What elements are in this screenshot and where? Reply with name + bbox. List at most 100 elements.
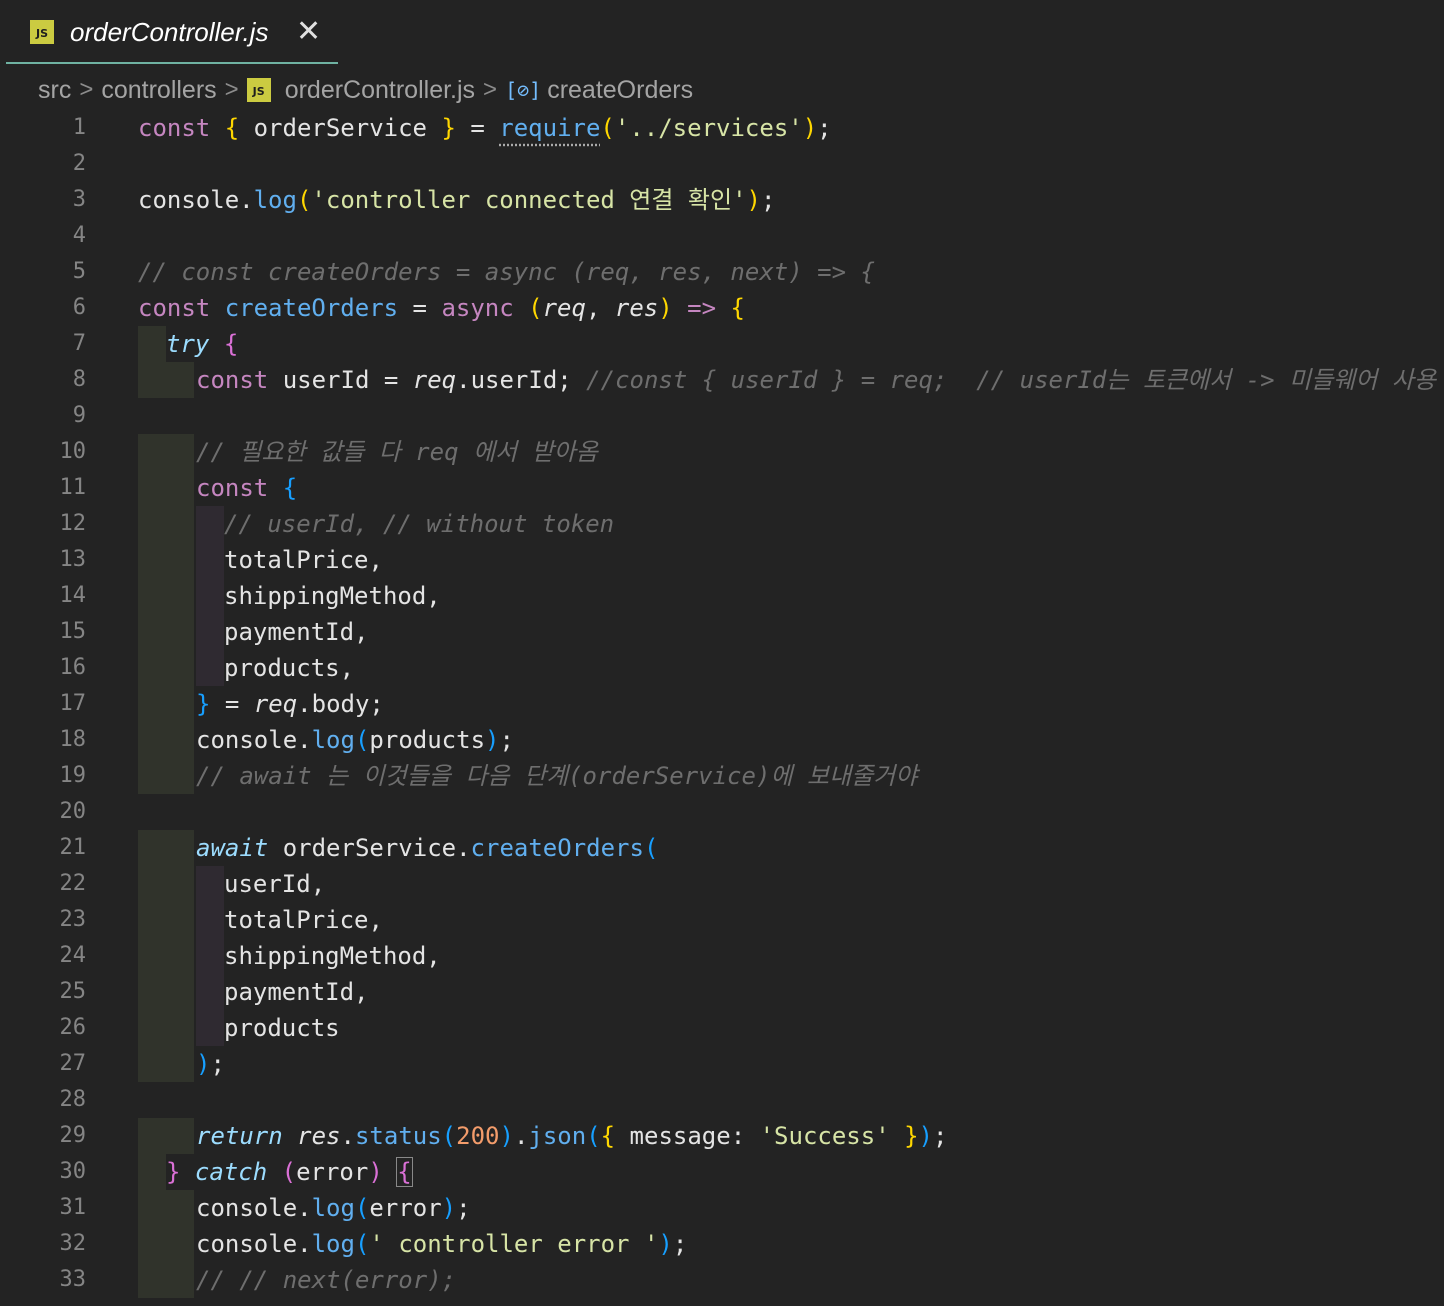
chevron-right-icon: > — [224, 76, 239, 103]
code-text: const userId = req.userId; //const { use… — [196, 366, 1436, 394]
code-line[interactable]: 32 console.log(' controller error '); — [0, 1226, 1444, 1262]
line-number: 3 — [72, 187, 86, 212]
line-number: 28 — [59, 1087, 87, 1112]
indent-guide — [138, 686, 194, 722]
line-number: 17 — [59, 691, 87, 716]
indent-guide — [196, 866, 224, 902]
indent-guide — [138, 542, 194, 578]
line-number: 11 — [59, 475, 87, 500]
code-line[interactable]: 29 return res.status(200).json({ message… — [0, 1118, 1444, 1154]
code-text: ); — [196, 1050, 225, 1078]
line-number: 32 — [59, 1231, 87, 1256]
indent-guide — [138, 470, 194, 506]
indent-guide — [138, 1046, 194, 1082]
code-text: } = req.body; — [196, 690, 384, 718]
tab-order-controller[interactable]: JS orderController.js ✕ — [6, 0, 338, 64]
breadcrumb-item-controllers[interactable]: controllers — [101, 76, 216, 105]
indent-guide — [138, 614, 194, 650]
line-number: 6 — [72, 295, 86, 320]
code-line[interactable]: 6 const createOrders = async (req, res) … — [0, 290, 1444, 326]
code-line[interactable]: 16 products, — [0, 650, 1444, 686]
indent-guide — [196, 938, 224, 974]
indent-guide — [138, 1010, 194, 1046]
indent-guide — [196, 506, 224, 542]
line-number: 21 — [59, 835, 87, 860]
code-line[interactable]: 25 paymentId, — [0, 974, 1444, 1010]
code-line[interactable]: 33 // // next(error); — [0, 1262, 1444, 1298]
code-line[interactable]: 8 const userId = req.userId; //const { u… — [0, 362, 1444, 398]
indent-guide — [138, 1154, 166, 1190]
code-line[interactable]: 9 — [0, 398, 1444, 434]
breadcrumb-item-src[interactable]: src — [38, 76, 71, 105]
code-line[interactable]: 15 paymentId, — [0, 614, 1444, 650]
code-line[interactable]: 31 console.log(error); — [0, 1190, 1444, 1226]
code-line[interactable]: 20 — [0, 794, 1444, 830]
code-line[interactable]: 11 const { — [0, 470, 1444, 506]
code-line[interactable]: 26 products — [0, 1010, 1444, 1046]
code-text: return res.status(200).json({ message: '… — [196, 1122, 948, 1150]
code-line[interactable]: 21 await orderService.createOrders( — [0, 830, 1444, 866]
code-line[interactable]: 19 // await 는 이것들을 다음 단계(orderService)에 … — [0, 758, 1444, 794]
chevron-right-icon: > — [79, 76, 94, 103]
indent-guide — [138, 1226, 194, 1262]
breadcrumb-item-symbol[interactable]: createOrders — [547, 76, 693, 105]
breadcrumb: src > controllers > JS orderController.j… — [38, 72, 693, 108]
indent-guide — [138, 938, 194, 974]
line-number: 20 — [59, 799, 87, 824]
indent-guide — [138, 1262, 194, 1298]
code-line[interactable]: 22 userId, — [0, 866, 1444, 902]
code-text: const createOrders = async (req, res) =>… — [138, 294, 745, 322]
code-editor[interactable]: 1 const { orderService } = require('../s… — [0, 110, 1444, 1306]
breadcrumb-item-file[interactable]: orderController.js — [285, 76, 475, 105]
tab-title: orderController.js — [70, 17, 269, 47]
code-line[interactable]: 24 shippingMethod, — [0, 938, 1444, 974]
indent-guide — [196, 578, 224, 614]
code-text: userId, — [224, 870, 326, 898]
code-text: console.log(' controller error '); — [196, 1230, 688, 1258]
code-line[interactable]: 28 — [0, 1082, 1444, 1118]
indent-guide — [138, 434, 194, 470]
chevron-right-icon: > — [483, 76, 498, 103]
code-line[interactable]: 5 // const createOrders = async (req, re… — [0, 254, 1444, 290]
code-line[interactable]: 13 totalPrice, — [0, 542, 1444, 578]
indent-guide — [138, 362, 194, 398]
indent-guide — [196, 974, 224, 1010]
code-text: paymentId, — [224, 618, 369, 646]
code-line[interactable]: 2 — [0, 146, 1444, 182]
code-text: totalPrice, — [224, 906, 383, 934]
method-symbol-icon: [⊘] — [505, 78, 542, 102]
code-line[interactable]: 4 — [0, 218, 1444, 254]
code-line[interactable]: 18 console.log(products); — [0, 722, 1444, 758]
indent-guide — [138, 758, 194, 794]
line-number: 24 — [59, 943, 87, 968]
line-number: 5 — [72, 259, 86, 284]
line-number: 25 — [59, 979, 87, 1004]
line-number: 26 — [59, 1015, 87, 1040]
code-text: await orderService.createOrders( — [196, 834, 659, 862]
code-line[interactable]: 1 const { orderService } = require('../s… — [0, 110, 1444, 146]
code-line[interactable]: 12 // userId, // without token — [0, 506, 1444, 542]
indent-guide — [138, 902, 194, 938]
line-number: 27 — [59, 1051, 87, 1076]
line-number: 2 — [72, 151, 86, 176]
indent-guide — [138, 722, 194, 758]
code-text: console.log('controller connected 연결 확인'… — [138, 186, 776, 214]
line-number: 33 — [59, 1267, 87, 1292]
code-text: } catch (error) { — [166, 1157, 413, 1187]
code-line[interactable]: 10 // 필요한 값들 다 req 에서 받아옴 — [0, 434, 1444, 470]
close-icon[interactable]: ✕ — [296, 14, 321, 50]
line-number: 22 — [59, 871, 87, 896]
code-line[interactable]: 27 ); — [0, 1046, 1444, 1082]
code-line[interactable]: 30 } catch (error) { — [0, 1154, 1444, 1190]
line-number: 14 — [59, 583, 87, 608]
code-text: paymentId, — [224, 978, 369, 1006]
code-text: products — [224, 1014, 340, 1042]
code-line[interactable]: 7 try { — [0, 326, 1444, 362]
code-line[interactable]: 14 shippingMethod, — [0, 578, 1444, 614]
code-text: console.log(error); — [196, 1194, 471, 1222]
line-number: 13 — [59, 547, 87, 572]
code-line[interactable]: 23 totalPrice, — [0, 902, 1444, 938]
code-line[interactable]: 17 } = req.body; — [0, 686, 1444, 722]
indent-guide — [196, 614, 224, 650]
code-line[interactable]: 3 console.log('controller connected 연결 확… — [0, 182, 1444, 218]
